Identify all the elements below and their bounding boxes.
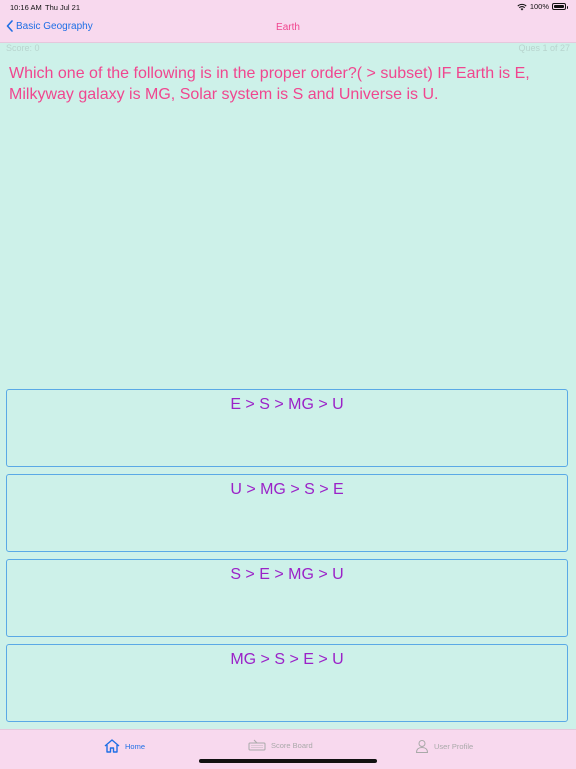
tab-user-profile[interactable]: User Profile [415,739,473,753]
tab-label: Score Board [271,740,313,750]
answer-option-3[interactable]: S > E > MG > U [6,559,568,637]
tab-label: Home [125,741,146,751]
answer-option-label: S > E > MG > U [230,566,344,583]
navigation-bar: Basic Geography Earth [0,14,576,43]
answer-option-2[interactable]: U > MG > S > E [6,474,568,552]
page-title: Earth [276,22,300,33]
battery-icon [552,3,568,10]
answer-option-4[interactable]: MG > S > E > U [6,644,568,722]
home-icon [104,739,120,753]
tab-label: User Profile [434,741,474,751]
tab-bar: Home Score Board User Profile [0,729,576,769]
status-right: 100% [517,2,568,11]
status-date: Thu Jul 21 [45,3,81,12]
battery-percent: 100% [529,2,549,11]
question-text: Which one of the following is in the pro… [9,65,530,103]
status-time: 10:16 AM [10,3,42,12]
keyboard-icon [248,739,266,751]
wifi-icon [517,3,527,10]
question-counter: Ques 1 of 27 [518,43,570,53]
answer-option-label: MG > S > E > U [230,651,344,668]
status-bar: 10:16 AM Thu Jul 21 100% [0,0,576,14]
answer-option-label: E > S > MG > U [230,396,344,413]
answer-option-1[interactable]: E > S > MG > U [6,389,568,467]
tab-home[interactable]: Home [104,739,145,753]
user-icon [415,740,429,753]
tab-score-board[interactable]: Score Board [248,739,313,751]
home-indicator [199,759,377,763]
score-label: Score: 0 [6,43,40,53]
answer-option-label: U > MG > S > E [230,481,344,498]
